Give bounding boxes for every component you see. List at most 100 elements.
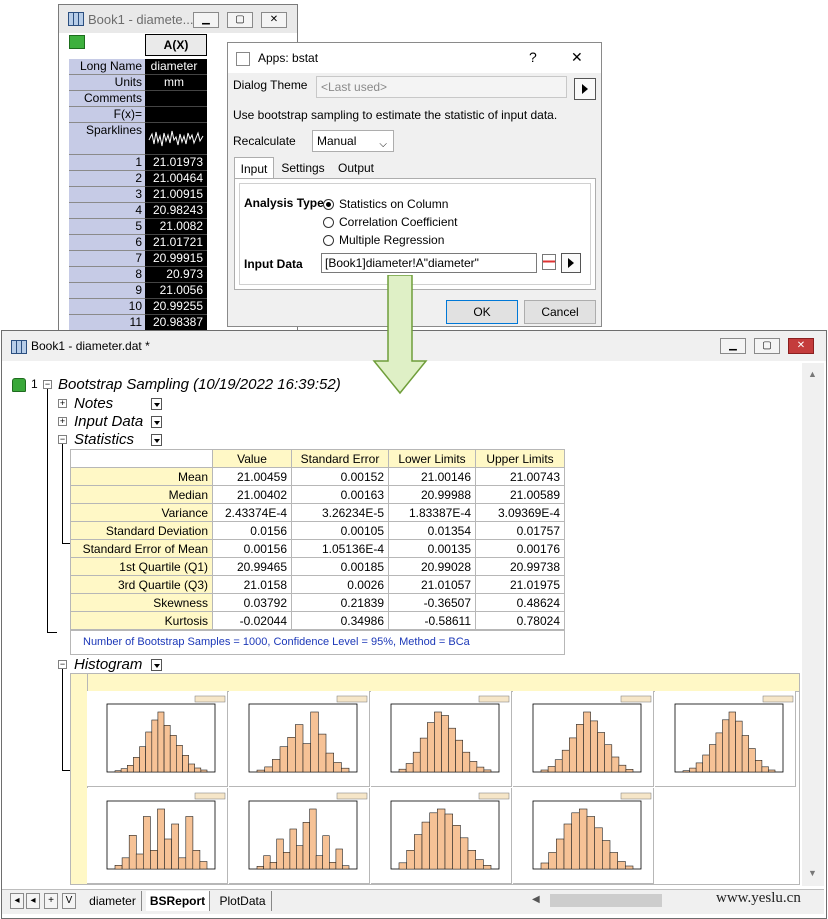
data-cell[interactable]: 21.0056 xyxy=(145,283,207,299)
table-cell[interactable]: 0.0026 xyxy=(291,575,389,594)
table-cell[interactable]: 20.99028 xyxy=(388,557,476,576)
histogram-cell[interactable] xyxy=(371,691,512,787)
table-cell[interactable]: 3.09369E-4 xyxy=(475,503,565,522)
scroll-thumb[interactable] xyxy=(550,894,662,907)
table-cell[interactable]: 21.01975 xyxy=(475,575,565,594)
table-cell[interactable]: 0.78024 xyxy=(475,611,565,630)
histogram-cell[interactable] xyxy=(371,788,512,884)
table-cell[interactable]: 3.26234E-5 xyxy=(291,503,389,522)
scroll-down-icon[interactable]: ▼ xyxy=(808,868,817,878)
table-cell[interactable]: 0.00135 xyxy=(388,539,476,558)
histogram-cell[interactable] xyxy=(229,788,370,884)
table-cell[interactable]: 0.00105 xyxy=(291,521,389,540)
table-cell[interactable]: 0.01757 xyxy=(475,521,565,540)
tab-bsreport[interactable]: BSReport xyxy=(146,891,210,911)
radio-statistics-on-column[interactable] xyxy=(323,199,334,210)
table-cell[interactable]: 21.00459 xyxy=(212,467,292,486)
cancel-button[interactable]: Cancel xyxy=(524,300,596,324)
radio-multiple-regression[interactable] xyxy=(323,235,334,246)
help-button[interactable]: ? xyxy=(529,49,537,65)
section-notes[interactable]: Notes xyxy=(74,395,113,412)
data-cell[interactable]: 20.973 xyxy=(145,267,207,283)
data-cell[interactable]: 20.99255 xyxy=(145,299,207,315)
close-button[interactable]: ✕ xyxy=(261,12,287,28)
histogram-cell[interactable] xyxy=(655,691,796,787)
table-cell[interactable]: 0.01354 xyxy=(388,521,476,540)
data-cell[interactable]: 20.98387 xyxy=(145,315,207,331)
collapse-icon[interactable]: − xyxy=(43,380,52,389)
histogram-cell[interactable] xyxy=(87,788,228,884)
input-data-dropdown[interactable] xyxy=(151,416,162,428)
data-cell[interactable]: 21.00915 xyxy=(145,187,207,203)
prev-sheet-button[interactable]: ◂ xyxy=(26,893,40,909)
comments-cell[interactable] xyxy=(145,91,207,107)
option-correlation-coefficient[interactable]: Correlation Coefficient xyxy=(339,215,458,229)
input-data-field[interactable] xyxy=(321,253,537,273)
table-cell[interactable]: 21.01057 xyxy=(388,575,476,594)
row-number[interactable]: 10 xyxy=(69,299,145,315)
table-cell[interactable]: 0.03792 xyxy=(212,593,292,612)
table-cell[interactable]: 21.00589 xyxy=(475,485,565,504)
table-cell[interactable]: 21.0158 xyxy=(212,575,292,594)
theme-combo[interactable]: <Last used> xyxy=(316,76,567,98)
select-data-icon[interactable] xyxy=(542,254,556,270)
radio-correlation-coefficient[interactable] xyxy=(323,217,334,228)
table-cell[interactable]: 20.99738 xyxy=(475,557,565,576)
section-histogram[interactable]: Histogram xyxy=(74,656,142,673)
restore-button[interactable]: ▢ xyxy=(754,338,780,354)
folder-icon[interactable] xyxy=(69,35,85,49)
tab-output[interactable]: Output xyxy=(332,159,380,177)
option-multiple-regression[interactable]: Multiple Regression xyxy=(339,233,444,247)
expand-icon[interactable]: + xyxy=(58,417,67,426)
row-number[interactable]: 7 xyxy=(69,251,145,267)
data-cell[interactable]: 20.99915 xyxy=(145,251,207,267)
data-cell[interactable]: 21.0082 xyxy=(145,219,207,235)
histogram-cell[interactable] xyxy=(229,691,370,787)
tab-settings[interactable]: Settings xyxy=(277,159,329,177)
table-cell[interactable]: 20.99988 xyxy=(388,485,476,504)
sheet-menu-button[interactable]: V xyxy=(62,893,76,909)
fx-cell[interactable] xyxy=(145,107,207,123)
sparkline-cell[interactable] xyxy=(145,123,207,155)
table-cell[interactable]: 0.00152 xyxy=(291,467,389,486)
add-sheet-button[interactable]: + xyxy=(44,893,58,909)
table-cell[interactable]: 20.99465 xyxy=(212,557,292,576)
table-cell[interactable]: 0.00163 xyxy=(291,485,389,504)
table-cell[interactable]: 0.00185 xyxy=(291,557,389,576)
long-name-cell[interactable]: diameter xyxy=(145,59,207,75)
restore-button[interactable]: ▢ xyxy=(227,12,253,28)
table-cell[interactable]: 0.34986 xyxy=(291,611,389,630)
minimize-button[interactable]: ▁ xyxy=(720,338,746,354)
table-cell[interactable]: 0.00176 xyxy=(475,539,565,558)
table-cell[interactable]: -0.58611 xyxy=(388,611,476,630)
tab-input[interactable]: Input xyxy=(234,157,274,179)
column-header-a[interactable]: A(X) xyxy=(145,34,207,56)
tab-plotdata[interactable]: PlotData xyxy=(214,891,272,911)
row-number[interactable]: 1 xyxy=(69,155,145,171)
histogram-dropdown[interactable] xyxy=(151,659,162,671)
row-number[interactable]: 9 xyxy=(69,283,145,299)
scroll-up-icon[interactable]: ▲ xyxy=(808,369,817,379)
vertical-scrollbar[interactable]: ▲ ▼ xyxy=(802,363,824,886)
row-number[interactable]: 3 xyxy=(69,187,145,203)
notes-dropdown[interactable] xyxy=(151,398,162,410)
table-cell[interactable]: 21.00402 xyxy=(212,485,292,504)
section-statistics[interactable]: Statistics xyxy=(74,431,134,448)
histogram-cell[interactable] xyxy=(513,788,654,884)
histogram-cell[interactable] xyxy=(87,691,228,787)
table-cell[interactable]: 1.83387E-4 xyxy=(388,503,476,522)
option-statistics-on-column[interactable]: Statistics on Column xyxy=(339,197,448,211)
collapse-icon[interactable]: − xyxy=(58,435,67,444)
statistics-dropdown[interactable] xyxy=(151,434,162,446)
row-number[interactable]: 6 xyxy=(69,235,145,251)
scroll-left-icon[interactable]: ◀ xyxy=(532,894,540,905)
section-input-data[interactable]: Input Data xyxy=(74,413,143,430)
row-number[interactable]: 2 xyxy=(69,171,145,187)
dialog-titlebar[interactable]: Apps: bstat ? ✕ xyxy=(228,43,601,73)
table-cell[interactable]: 21.00146 xyxy=(388,467,476,486)
close-button[interactable]: ✕ xyxy=(788,338,814,354)
row-number[interactable]: 8 xyxy=(69,267,145,283)
table-cell[interactable]: 2.43374E-4 xyxy=(212,503,292,522)
table-cell[interactable]: 0.00156 xyxy=(212,539,292,558)
row-number[interactable]: 11 xyxy=(69,315,145,331)
